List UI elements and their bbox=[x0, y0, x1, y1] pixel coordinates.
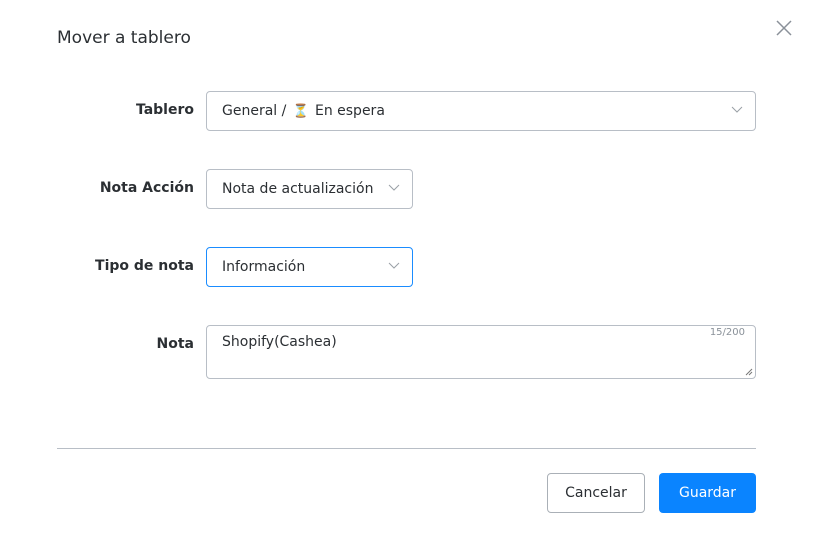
nota-accion-value: Nota de actualización bbox=[222, 181, 374, 197]
tipo-nota-select[interactable]: Información bbox=[206, 247, 413, 287]
chevron-down-icon bbox=[388, 184, 400, 191]
cancel-button[interactable]: Cancelar bbox=[547, 473, 645, 513]
nota-accion-select[interactable]: Nota de actualización bbox=[206, 169, 413, 209]
nota-accion-label: Nota Acción bbox=[99, 180, 194, 196]
tablero-value: En espera bbox=[314, 103, 385, 119]
save-button[interactable]: Guardar bbox=[659, 473, 756, 513]
tablero-label: Tablero bbox=[135, 102, 194, 118]
resize-handle-icon[interactable] bbox=[745, 368, 753, 376]
tablero-prefix: General / bbox=[222, 103, 291, 119]
nota-value: Shopify(Cashea) bbox=[222, 334, 337, 350]
nota-label: Nota bbox=[156, 336, 194, 352]
divider bbox=[57, 448, 756, 449]
chevron-down-icon bbox=[388, 262, 400, 269]
close-icon[interactable] bbox=[774, 18, 794, 38]
tablero-select[interactable]: General / ⏳ En espera bbox=[206, 91, 756, 131]
nota-textarea[interactable]: Shopify(Cashea) 15/200 bbox=[206, 325, 756, 379]
tipo-nota-label: Tipo de nota bbox=[95, 258, 194, 274]
tipo-nota-value: Información bbox=[222, 259, 306, 275]
chevron-down-icon bbox=[731, 106, 743, 113]
dialog-title: Mover a tablero bbox=[57, 28, 191, 48]
hourglass-icon: ⏳ bbox=[292, 103, 309, 119]
char-counter: 15/200 bbox=[709, 327, 745, 338]
